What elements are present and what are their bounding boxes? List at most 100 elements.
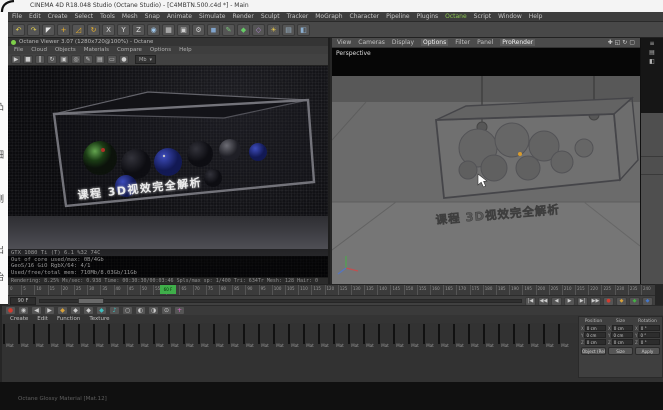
- axis-handle-dot[interactable]: [518, 152, 522, 156]
- timeline-tick[interactable]: 90: [245, 285, 258, 295]
- material-thumbnail[interactable]: [438, 324, 440, 344]
- restart-render-button[interactable]: ▶: [11, 55, 21, 64]
- sound-button[interactable]: ♪: [109, 306, 120, 315]
- material-thumbnail[interactable]: [543, 324, 545, 344]
- timeline-tick[interactable]: 20: [61, 285, 74, 295]
- material-item[interactable]: Mat: [243, 324, 257, 348]
- size-field[interactable]: 0 cm: [612, 339, 633, 345]
- timeline-tick[interactable]: 115: [311, 285, 324, 295]
- rotate-view-icon[interactable]: ↻: [622, 39, 627, 46]
- environment-icon[interactable]: ◧: [297, 24, 310, 36]
- material-thumbnail[interactable]: [273, 324, 275, 344]
- timeline-tick[interactable]: 225: [601, 285, 614, 295]
- key-scale-button[interactable]: ◆: [70, 306, 81, 315]
- apply-button[interactable]: Apply: [635, 347, 660, 355]
- size-field[interactable]: 0 cm: [612, 325, 633, 331]
- undo-icon[interactable]: ↶: [12, 24, 25, 36]
- menu-item[interactable]: File: [12, 13, 22, 20]
- material-item[interactable]: Mat: [468, 324, 482, 348]
- material-menu-item[interactable]: Edit: [37, 316, 48, 322]
- timeline-tick[interactable]: 70: [193, 285, 206, 295]
- live-viewer-menu-item[interactable]: Cloud: [31, 47, 47, 53]
- material-item[interactable]: Mat: [408, 324, 422, 348]
- material-item[interactable]: Mat: [288, 324, 302, 348]
- material-thumbnail[interactable]: [228, 324, 230, 344]
- position-field[interactable]: 0 cm: [585, 339, 606, 345]
- material-thumbnail[interactable]: [78, 324, 80, 344]
- menu-item[interactable]: Script: [474, 13, 491, 20]
- size-field[interactable]: 0 cm: [611, 332, 633, 338]
- timeline-tick[interactable]: 75: [206, 285, 219, 295]
- menu-item[interactable]: Tracker: [287, 13, 309, 20]
- window-titlebar[interactable]: CINEMA 4D R18.048 Studio (Octane Studio)…: [0, 0, 663, 12]
- menu-item[interactable]: Character: [350, 13, 380, 20]
- lock-z-button[interactable]: Z: [132, 24, 145, 36]
- material-menu-item[interactable]: Texture: [89, 316, 109, 322]
- next-key-icon[interactable]: ▶: [44, 306, 55, 315]
- menu-item[interactable]: Animate: [167, 13, 192, 20]
- material-thumbnail[interactable]: [48, 324, 50, 344]
- material-item[interactable]: Mat: [108, 324, 122, 348]
- move-tool-icon[interactable]: +: [57, 24, 70, 36]
- material-thumbnail[interactable]: [333, 324, 335, 344]
- material-item[interactable]: Mat: [513, 324, 527, 348]
- mode-dropdown-right[interactable]: Size: [608, 347, 633, 355]
- rotate-tool-icon[interactable]: ↻: [87, 24, 100, 36]
- material-item[interactable]: Mat: [483, 324, 497, 348]
- clay-mode-button[interactable]: ●: [119, 55, 129, 64]
- material-item[interactable]: Mat: [273, 324, 287, 348]
- timeline-tick[interactable]: 190: [509, 285, 522, 295]
- material-thumbnail[interactable]: [183, 324, 185, 344]
- preview-range-slider[interactable]: [39, 299, 522, 303]
- live-viewer-menu-item[interactable]: Compare: [117, 47, 142, 53]
- menu-item[interactable]: MoGraph: [315, 13, 342, 20]
- timeline-tick[interactable]: 5: [21, 285, 34, 295]
- material-item[interactable]: Mat: [438, 324, 452, 348]
- material-item[interactable]: Mat: [303, 324, 317, 348]
- redo-icon[interactable]: ↷: [27, 24, 40, 36]
- material-item[interactable]: Mat: [123, 324, 137, 348]
- render-view[interactable]: 课程 3D视效完全解析 课程 3D视效完全解析 GTX 1080 Ti (T) …: [8, 66, 328, 284]
- material-item[interactable]: Mat: [3, 324, 17, 348]
- material-thumbnail[interactable]: [558, 324, 560, 344]
- material-thumbnail[interactable]: [288, 324, 290, 344]
- range-handle[interactable]: [78, 298, 104, 304]
- zoom-view-icon[interactable]: ◱: [615, 39, 621, 46]
- menu-item[interactable]: Render: [232, 13, 253, 20]
- ik-button[interactable]: ⊙: [161, 306, 172, 315]
- timeline-tick[interactable]: 150: [404, 285, 417, 295]
- lock-x-button[interactable]: X: [102, 24, 115, 36]
- timeline-tick[interactable]: 0: [8, 285, 21, 295]
- timeline-tick[interactable]: 140: [377, 285, 390, 295]
- live-selection-icon[interactable]: ◤: [42, 24, 55, 36]
- solo-single-button[interactable]: ◐: [135, 306, 146, 315]
- coord-system-icon[interactable]: ◉: [147, 24, 160, 36]
- material-item[interactable]: Mat: [18, 324, 32, 348]
- render-picture-viewer-icon[interactable]: ▣: [177, 24, 190, 36]
- material-thumbnail[interactable]: [3, 324, 5, 344]
- material-item[interactable]: Mat: [378, 324, 392, 348]
- menu-item[interactable]: Simulate: [199, 13, 226, 20]
- material-thumbnail[interactable]: [213, 324, 215, 344]
- cube-primitive-icon[interactable]: ◼: [207, 24, 220, 36]
- live-viewer-menu-item[interactable]: File: [14, 47, 23, 53]
- live-viewer-menu-item[interactable]: Materials: [84, 47, 109, 53]
- pen-spline-icon[interactable]: ✎: [222, 24, 235, 36]
- material-item[interactable]: Mat: [498, 324, 512, 348]
- mode-dropdown-left[interactable]: Object (Rel.): [581, 347, 606, 355]
- content-browser-icon[interactable]: ◧: [649, 58, 655, 65]
- timeline-tick[interactable]: 130: [351, 285, 364, 295]
- menu-item[interactable]: Snap: [145, 13, 160, 20]
- rotation-field[interactable]: 0 °: [639, 325, 660, 331]
- menu-item[interactable]: Mesh: [122, 13, 138, 20]
- timeline-tick[interactable]: 235: [628, 285, 641, 295]
- timeline-tick[interactable]: 45: [127, 285, 140, 295]
- material-item[interactable]: Mat: [543, 324, 557, 348]
- material-item[interactable]: Mat: [348, 324, 362, 348]
- timeline-tick[interactable]: 155: [417, 285, 430, 295]
- viewport-menu-item[interactable]: View: [337, 39, 351, 46]
- render-settings-icon[interactable]: ⚙: [192, 24, 205, 36]
- timeline-tick[interactable]: 170: [456, 285, 469, 295]
- material-thumbnail[interactable]: [138, 324, 140, 344]
- live-viewer-menu-item[interactable]: Objects: [55, 47, 76, 53]
